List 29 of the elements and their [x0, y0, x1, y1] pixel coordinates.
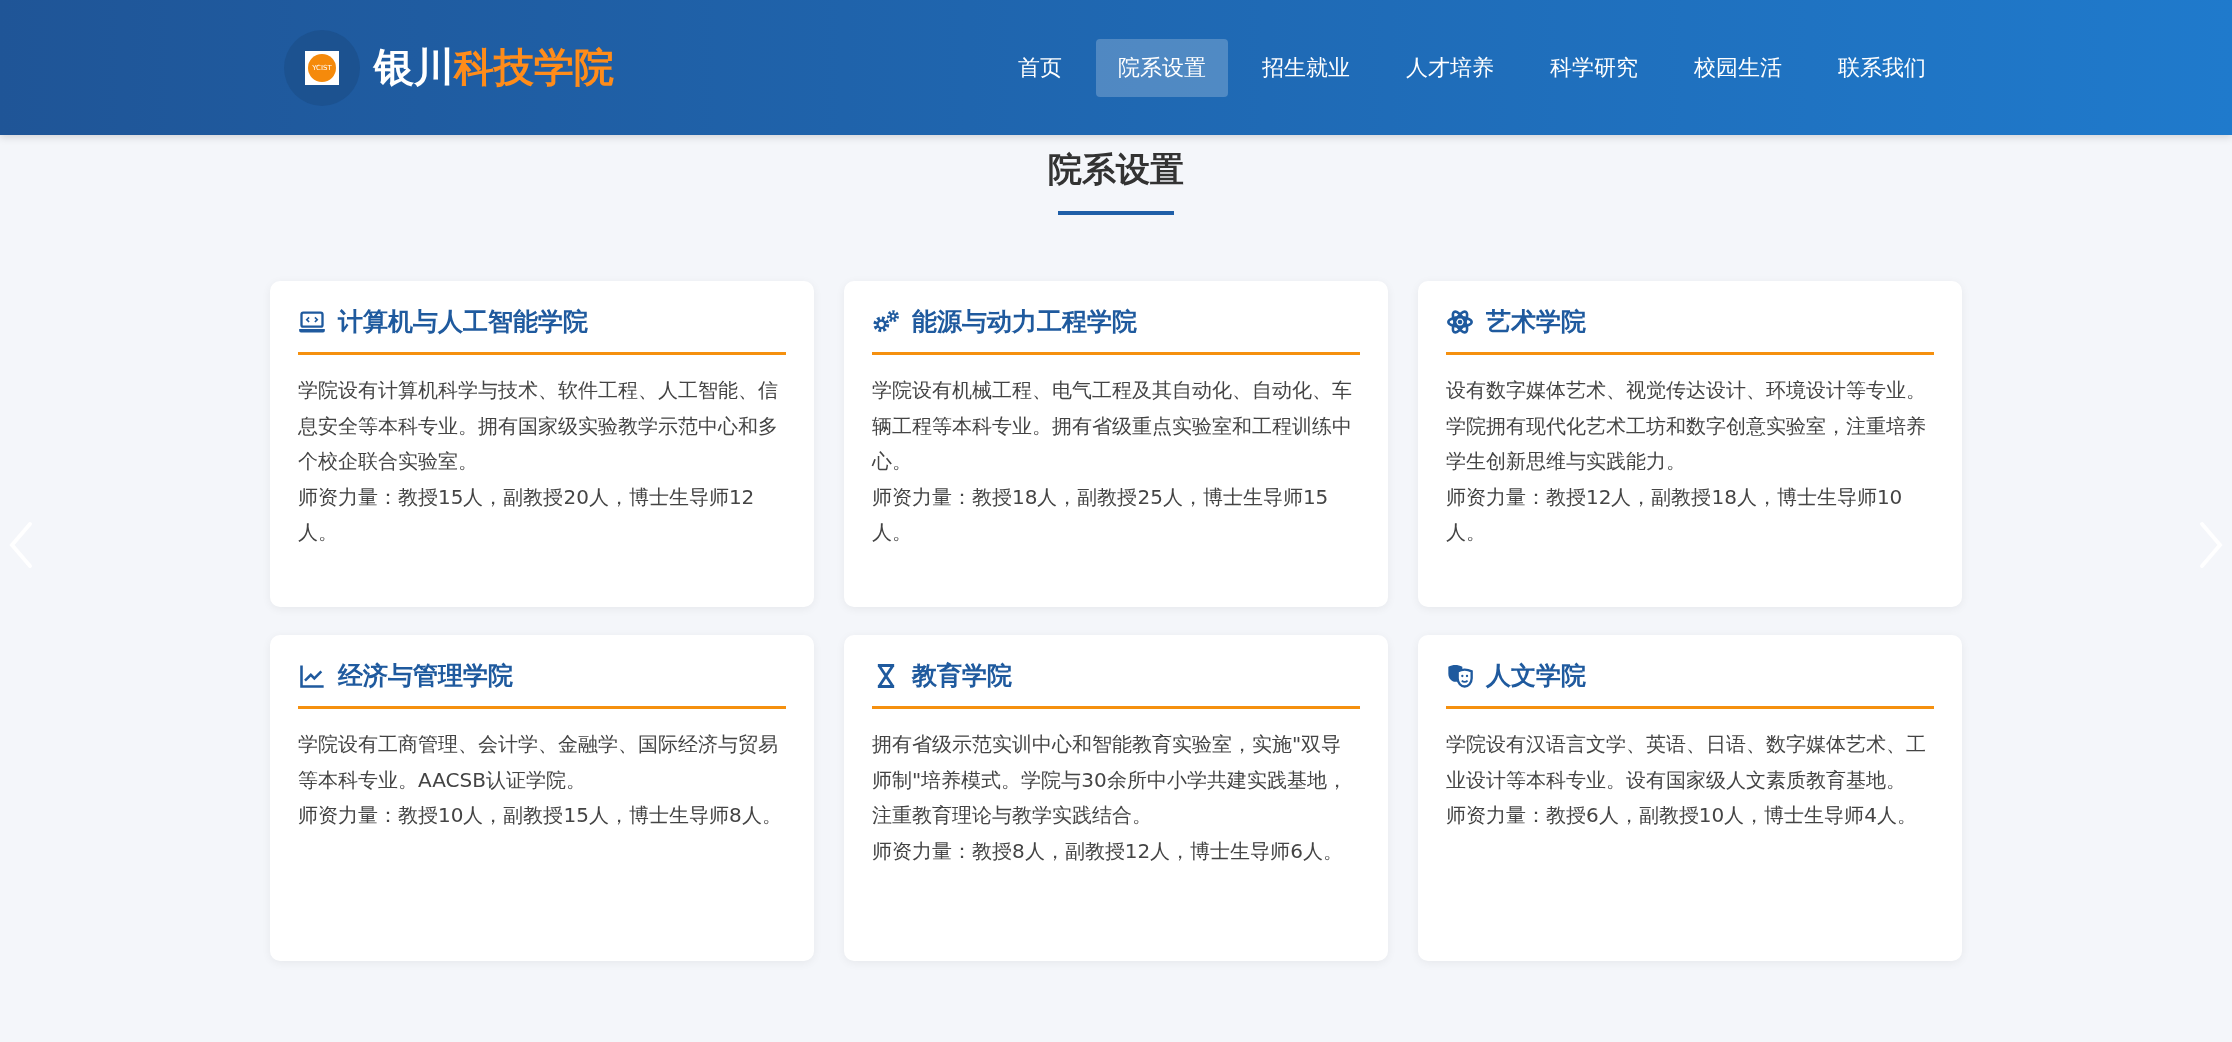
faculty-info: 师资力量：教授12人，副教授18人，博士生导师10人。	[1446, 483, 1904, 546]
nav-link[interactable]: 院系设置	[1096, 38, 1228, 97]
nav-link[interactable]: 校园生活	[1672, 38, 1804, 97]
faculty-info: 师资力量：教授10人，副教授15人，博士生导师8人。	[298, 802, 783, 829]
faculty-info: 师资力量：教授8人，副教授12人，博士生导师6人。	[872, 837, 1344, 865]
card-description: 学院设有汉语言文学、英语、日语、数字媒体艺术、工业设计等本科专业。设有国家级人文素质教育基地。	[1446, 731, 1927, 794]
card-description: 学院设有计算机科学与技术、软件工程、人工智能、信息安全等本科专业。拥有国家级实验教学示范中心和多个校企联合实验室。	[298, 377, 779, 475]
card-title: 计算机与人工智能学院	[338, 306, 588, 338]
card-title: 经济与管理学院	[338, 660, 513, 692]
card-description: 学院设有工商管理、会计学、金融学、国际经济与贸易等本科专业。AACSB认证学院。	[298, 731, 779, 794]
nav-link[interactable]: 人才培养	[1384, 38, 1516, 97]
nav-link[interactable]: 科学研究	[1528, 38, 1660, 97]
card-description: 拥有省级示范实训中心和智能教育实验室，实施"双导师制"培养模式。学院与30余所中小学共建实践基地，注重教育理论与教学实践结合。	[872, 731, 1348, 829]
card-title: 人文学院	[1486, 660, 1586, 692]
card-description: 设有数字媒体艺术、视觉传达设计、环境设计等专业。学院拥有现代化艺术工坊和数字创意实验室，注重培养学生创新思维与实践能力。	[1446, 377, 1927, 475]
nav-link[interactable]: 招生就业	[1240, 38, 1372, 97]
nav-link[interactable]: 联系我们	[1816, 38, 1948, 97]
section-title: 院系设置	[1048, 148, 1184, 191]
card-description: 学院设有机械工程、电气工程及其自动化、自动化、车辆工程等本科专业。拥有省级重点实验室和工程训练中心。	[872, 377, 1353, 475]
nav-link[interactable]: 首页	[996, 38, 1084, 97]
card-title: 艺术学院	[1486, 306, 1586, 338]
faculty-info: 师资力量：教授15人，副教授20人，博士生导师12人。	[298, 483, 756, 546]
card-title: 能源与动力工程学院	[912, 306, 1137, 338]
brand-name: 银川	[374, 43, 454, 92]
atom-icon	[1446, 307, 1474, 336]
faculty-info: 师资力量：教授6人，副教授10人，博士生导师4人。	[1446, 802, 1918, 829]
brand-name-highlight: 科技学院	[454, 43, 614, 92]
faculty-info: 师资力量：教授18人，副教授25人，博士生导师15人。	[872, 483, 1330, 546]
card-title: 教育学院	[912, 660, 1012, 692]
